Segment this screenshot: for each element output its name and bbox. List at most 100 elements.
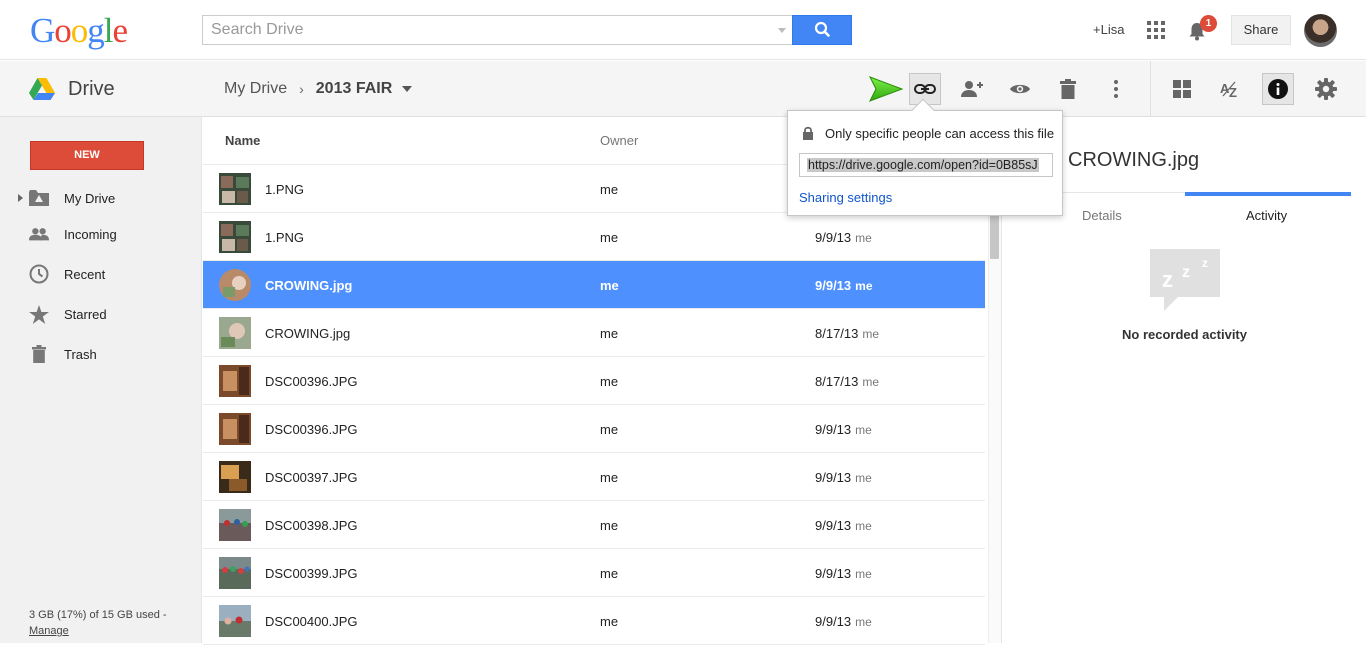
lock-icon (803, 126, 813, 140)
modified-by: me (855, 279, 873, 293)
modified-by: me (855, 519, 872, 533)
sidebar-item-incoming[interactable]: Incoming (0, 219, 202, 249)
share-link-field[interactable]: https://drive.google.com/open?id=0B85sJ (799, 153, 1053, 177)
svg-text:z: z (1202, 256, 1208, 270)
annotation-arrow (598, 76, 904, 102)
logo-letter: l (103, 11, 114, 50)
file-modified: 9/9/13 me (815, 518, 872, 533)
file-owner: me (600, 470, 619, 485)
column-header-owner[interactable]: Owner (600, 133, 638, 148)
table-row[interactable]: 1.PNG me 9/9/13 me (203, 213, 985, 261)
table-row[interactable]: CROWING.jpg me 9/9/13 me (203, 261, 985, 309)
sidebar-item-my-drive[interactable]: My Drive (0, 183, 202, 213)
search-button[interactable] (792, 15, 852, 45)
breadcrumb-separator: › (299, 81, 304, 97)
file-modified: 9/9/13 me (815, 422, 872, 437)
table-row[interactable]: DSC00397.JPG me 9/9/13 me (203, 453, 985, 501)
file-name: 1.PNG (265, 230, 305, 245)
file-owner: me (600, 374, 619, 389)
file-thumbnail (219, 317, 251, 349)
modified-by: me (855, 471, 872, 485)
grid-view-icon (1173, 80, 1191, 98)
modified-by: me (855, 423, 872, 437)
sharing-settings-link[interactable]: Sharing settings (799, 190, 892, 205)
details-file-title: CROWING.jpg (1068, 149, 1200, 171)
sort-az-icon: A Z (1220, 81, 1237, 100)
people-icon (29, 224, 49, 244)
manage-storage-link[interactable]: Manage (29, 625, 69, 637)
sidebar-item-recent[interactable]: Recent (0, 259, 202, 289)
drive-logo-icon[interactable] (29, 78, 55, 100)
sidebar-item-trash[interactable]: Trash (0, 339, 202, 369)
folder-menu-caret-icon[interactable] (402, 86, 413, 92)
grid-view-button[interactable] (1166, 73, 1198, 105)
search-input[interactable] (203, 16, 763, 44)
apps-grid-icon[interactable] (1147, 21, 1165, 39)
toolbar-divider (1150, 61, 1151, 117)
google-logo[interactable]: Google (30, 11, 128, 51)
tab-activity[interactable]: Activity (1246, 208, 1287, 223)
clock-icon (29, 264, 49, 284)
sidebar-item-label: Recent (64, 266, 106, 282)
file-thumbnail (219, 413, 251, 445)
file-modified: 8/17/13 me (815, 326, 879, 341)
table-row[interactable]: DSC00400.JPG me 9/9/13 me (203, 597, 985, 645)
scrollbar-thumb[interactable] (990, 215, 999, 259)
access-description: Only specific people can access this fil… (825, 126, 1055, 141)
app-name[interactable]: Drive (68, 78, 115, 101)
sort-button[interactable]: A Z (1214, 73, 1246, 105)
table-row[interactable]: DSC00396.JPG me 9/9/13 me (203, 405, 985, 453)
modified-date: 9/9/13 (815, 614, 852, 629)
file-owner: me (600, 566, 619, 581)
drive-folder-icon (29, 188, 49, 208)
notification-count-badge[interactable]: 1 (1200, 15, 1217, 32)
more-vert-icon (1114, 80, 1118, 98)
table-row[interactable]: DSC00399.JPG me 9/9/13 me (203, 549, 985, 597)
file-thumbnail (219, 365, 251, 397)
file-name: DSC00396.JPG (265, 374, 358, 389)
remove-button[interactable] (1052, 73, 1084, 105)
preview-button[interactable] (1004, 73, 1036, 105)
share-button[interactable]: Share (1231, 15, 1291, 45)
breadcrumb: My Drive › 2013 FAIR (224, 80, 413, 98)
trash-icon (1060, 79, 1076, 99)
avatar[interactable] (1304, 14, 1337, 47)
star-icon (29, 304, 49, 324)
svg-text:z: z (1182, 264, 1190, 281)
table-row[interactable]: DSC00398.JPG me 9/9/13 me (203, 501, 985, 549)
breadcrumb-current-folder[interactable]: 2013 FAIR (316, 80, 392, 98)
link-icon (914, 84, 936, 94)
file-owner: me (600, 278, 619, 293)
svg-text:z: z (1162, 267, 1173, 292)
file-modified: 8/17/13 me (815, 374, 879, 389)
no-activity-text: No recorded activity (1122, 327, 1247, 342)
table-row[interactable]: CROWING.jpg me 8/17/13 me (203, 309, 985, 357)
breadcrumb-root[interactable]: My Drive (224, 80, 287, 98)
settings-button[interactable] (1310, 73, 1342, 105)
column-header-name[interactable]: Name (225, 133, 260, 148)
more-actions-button[interactable] (1100, 73, 1132, 105)
modified-date: 9/9/13 (815, 278, 852, 293)
expand-arrow-icon[interactable] (18, 194, 23, 202)
active-tab-indicator (1185, 192, 1351, 196)
file-name: DSC00397.JPG (265, 470, 358, 485)
search-options-caret-icon[interactable] (778, 28, 786, 33)
user-profile-link[interactable]: +Lisa (1093, 22, 1124, 37)
share-file-button[interactable] (956, 73, 988, 105)
modified-date: 9/9/13 (815, 230, 852, 245)
storage-text: 3 GB (17%) of 15 GB used - (29, 609, 167, 621)
file-thumbnail (219, 173, 251, 205)
modified-by: me (862, 375, 880, 389)
sidebar-item-starred[interactable]: Starred (0, 299, 202, 329)
table-row[interactable]: DSC00396.JPG me 8/17/13 me (203, 357, 985, 405)
new-button[interactable]: NEW (30, 141, 144, 170)
modified-date: 9/9/13 (815, 422, 852, 437)
file-modified: 9/9/13 me (815, 230, 872, 245)
share-link-url[interactable]: https://drive.google.com/open?id=0B85sJ (807, 158, 1039, 172)
tab-details[interactable]: Details (1082, 208, 1122, 223)
top-bar: Google +Lisa 1 Share (0, 0, 1366, 60)
file-owner: me (600, 326, 619, 341)
file-owner: me (600, 518, 619, 533)
details-toggle-button[interactable] (1262, 73, 1294, 105)
sleeping-zzz-icon: z z z (1150, 249, 1220, 311)
